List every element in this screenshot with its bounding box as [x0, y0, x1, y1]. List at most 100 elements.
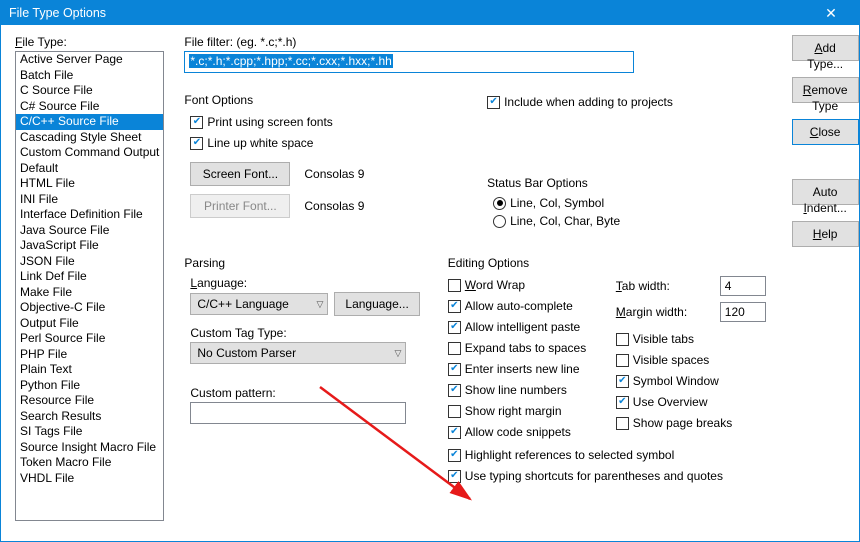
list-item[interactable]: VHDL File — [16, 471, 163, 487]
list-item[interactable]: PHP File — [16, 347, 163, 363]
list-item[interactable]: Perl Source File — [16, 331, 163, 347]
list-item[interactable]: Resource File — [16, 393, 163, 409]
list-item[interactable]: Default — [16, 161, 163, 177]
list-item[interactable]: Source Insight Macro File — [16, 440, 163, 456]
lower-two-col: Parsing Language: C/C++ Language ▽ Langu… — [184, 256, 765, 488]
expand-tabs[interactable]: Expand tabs to spaces — [448, 339, 602, 357]
list-item[interactable]: SI Tags File — [16, 424, 163, 440]
list-item[interactable]: HTML File — [16, 176, 163, 192]
list-item[interactable]: Java Source File — [16, 223, 163, 239]
checkbox-icon — [448, 279, 461, 292]
right-buttons: Add Type... Remove Type Close Auto Inden… — [792, 35, 859, 531]
status-bar-group: Include when adding to projects Status B… — [487, 93, 766, 232]
parsing-title: Parsing — [184, 256, 419, 270]
screen-font-name: Consolas 9 — [304, 167, 364, 181]
symbol-window[interactable]: Symbol Window — [616, 372, 766, 390]
checkbox-icon — [448, 470, 461, 483]
list-item[interactable]: Cascading Style Sheet — [16, 130, 163, 146]
visible-spaces[interactable]: Visible spaces — [616, 351, 766, 369]
font-options-title: Font Options — [184, 93, 463, 107]
close-button[interactable]: Close — [792, 119, 859, 145]
show-right-margin[interactable]: Show right margin — [448, 402, 602, 420]
list-item[interactable]: C/C++ Source File — [16, 114, 163, 130]
list-item[interactable]: JSON File — [16, 254, 163, 270]
chevron-down-icon: ▽ — [316, 299, 323, 310]
radio-icon — [493, 197, 506, 210]
list-item[interactable]: C# Source File — [16, 99, 163, 115]
status-bar-title: Status Bar Options — [487, 176, 766, 190]
custom-pattern-input[interactable] — [190, 402, 406, 424]
list-item[interactable]: Active Server Page — [16, 52, 163, 68]
file-type-listbox[interactable]: Active Server PageBatch FileC Source Fil… — [15, 51, 164, 521]
checkbox-icon — [448, 363, 461, 376]
custom-tag-select[interactable]: No Custom Parser ▽ — [190, 342, 406, 364]
file-filter-label: File filter: (eg. *.c;*.h) — [184, 35, 765, 49]
tab-width-input[interactable] — [720, 276, 766, 296]
auto-indent-button[interactable]: Auto Indent... — [792, 179, 859, 205]
status-opt-line-col-char-byte[interactable]: Line, Col, Char, Byte — [493, 214, 766, 228]
custom-tag-label: Custom Tag Type: — [190, 326, 419, 340]
window-title: File Type Options — [9, 6, 811, 20]
highlight-references[interactable]: Highlight references to selected symbol — [448, 446, 766, 464]
left-column: File Type: Active Server PageBatch FileC… — [15, 35, 164, 531]
list-item[interactable]: Make File — [16, 285, 163, 301]
editing-columns: Word Wrap Allow auto-complete Allow inte… — [448, 276, 766, 444]
use-typing-shortcuts[interactable]: Use typing shortcuts for parentheses and… — [448, 467, 766, 485]
upper-two-col: Font Options Print using screen fonts Li… — [184, 93, 765, 232]
list-item[interactable]: Objective-C File — [16, 300, 163, 316]
margin-width-input[interactable] — [720, 302, 766, 322]
list-item[interactable]: Plain Text — [16, 362, 163, 378]
close-icon[interactable]: ✕ — [811, 1, 851, 25]
file-filter-input[interactable]: *.c;*.h;*.cpp;*.hpp;*.cc;*.cxx;*.hxx;*.h… — [184, 51, 634, 73]
visible-tabs[interactable]: Visible tabs — [616, 330, 766, 348]
file-filter-row: File filter: (eg. *.c;*.h) *.c;*.h;*.cpp… — [184, 35, 765, 73]
include-when-adding[interactable]: Include when adding to projects — [487, 93, 766, 111]
checkbox-icon — [616, 333, 629, 346]
list-item[interactable]: JavaScript File — [16, 238, 163, 254]
font-options-group: Font Options Print using screen fonts Li… — [184, 93, 463, 232]
file-type-label: File Type: — [15, 35, 164, 49]
show-line-numbers[interactable]: Show line numbers — [448, 381, 602, 399]
list-item[interactable]: Link Def File — [16, 269, 163, 285]
status-opt-line-col-symbol[interactable]: Line, Col, Symbol — [493, 196, 766, 210]
list-item[interactable]: Token Macro File — [16, 455, 163, 471]
use-overview[interactable]: Use Overview — [616, 393, 766, 411]
list-item[interactable]: Search Results — [16, 409, 163, 425]
checkbox-icon — [448, 426, 461, 439]
print-using-screen-fonts[interactable]: Print using screen fonts — [190, 113, 463, 131]
list-item[interactable]: Python File — [16, 378, 163, 394]
show-page-breaks[interactable]: Show page breaks — [616, 414, 766, 432]
checkbox-icon — [448, 405, 461, 418]
radio-icon — [493, 215, 506, 228]
chevron-down-icon: ▽ — [394, 348, 401, 359]
list-item[interactable]: Custom Command Output — [16, 145, 163, 161]
line-up-white-space[interactable]: Line up white space — [190, 134, 463, 152]
help-button[interactable]: Help — [792, 221, 859, 247]
list-item[interactable]: Batch File — [16, 68, 163, 84]
language-button[interactable]: Language... — [334, 292, 419, 316]
list-item[interactable]: Interface Definition File — [16, 207, 163, 223]
list-item[interactable]: INI File — [16, 192, 163, 208]
dialog-content: File Type: Active Server PageBatch FileC… — [1, 25, 859, 541]
editing-right: Tab width: Margin width: Visible tabs Vi… — [616, 276, 766, 444]
checkbox-icon — [616, 417, 629, 430]
allow-code-snippets[interactable]: Allow code snippets — [448, 423, 602, 441]
word-wrap[interactable]: Word Wrap — [448, 276, 602, 294]
printer-font-name: Consolas 9 — [304, 199, 364, 213]
list-item[interactable]: C Source File — [16, 83, 163, 99]
language-select[interactable]: C/C++ Language ▽ — [190, 293, 328, 315]
checkbox-icon — [190, 116, 203, 129]
editing-options-title: Editing Options — [448, 256, 766, 270]
tab-width-label: Tab width: — [616, 279, 670, 293]
list-item[interactable]: Output File — [16, 316, 163, 332]
parsing-group: Parsing Language: C/C++ Language ▽ Langu… — [184, 256, 419, 488]
add-type-button[interactable]: Add Type... — [792, 35, 859, 61]
remove-type-button[interactable]: Remove Type — [792, 77, 859, 103]
allow-auto-complete[interactable]: Allow auto-complete — [448, 297, 602, 315]
screen-font-button[interactable]: Screen Font... — [190, 162, 290, 186]
custom-pattern-label: Custom pattern: — [190, 386, 419, 400]
enter-inserts-newline[interactable]: Enter inserts new line — [448, 360, 602, 378]
titlebar: File Type Options ✕ — [1, 1, 859, 25]
checkbox-icon — [448, 300, 461, 313]
allow-intelligent-paste[interactable]: Allow intelligent paste — [448, 318, 602, 336]
